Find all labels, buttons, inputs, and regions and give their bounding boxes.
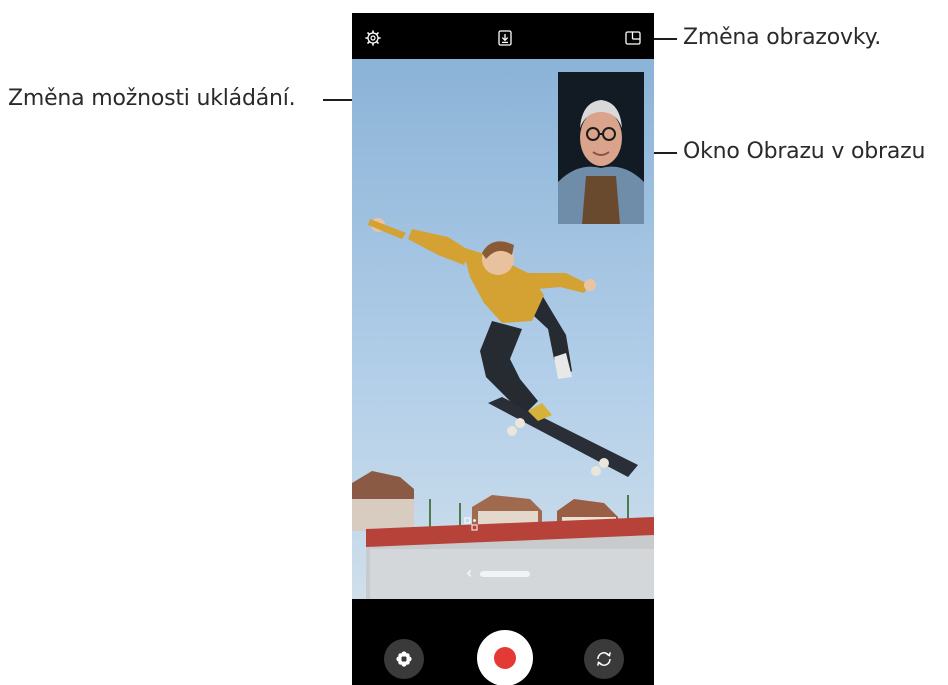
hint-text-blurred (480, 571, 530, 577)
chevron-left-icon[interactable]: ‹ (466, 563, 472, 582)
screen-layout-icon[interactable] (622, 27, 644, 49)
camera-screen: ‹ (352, 13, 654, 685)
record-button[interactable] (477, 630, 533, 685)
camera-top-bar (352, 13, 654, 59)
pip-window-callout: Okno Obrazu v obrazu (683, 139, 926, 164)
change-screen-callout: Změna obrazovky. (683, 25, 882, 50)
selfie-photo (558, 72, 644, 224)
record-dot (494, 647, 516, 669)
save-option-icon[interactable] (495, 27, 515, 49)
mode-hint-bar[interactable]: ‹ (370, 549, 654, 599)
switch-camera-icon[interactable] (584, 639, 624, 679)
camera-bottom-bar (352, 599, 654, 685)
scene-optimizer-icon[interactable] (462, 515, 480, 533)
camera-viewfinder[interactable]: ‹ (352, 59, 654, 599)
change-save-options-callout: Změna možnosti ukládání. (8, 86, 296, 111)
pip-window[interactable] (558, 72, 644, 224)
settings-icon[interactable] (362, 27, 384, 49)
effects-icon[interactable] (384, 639, 424, 679)
